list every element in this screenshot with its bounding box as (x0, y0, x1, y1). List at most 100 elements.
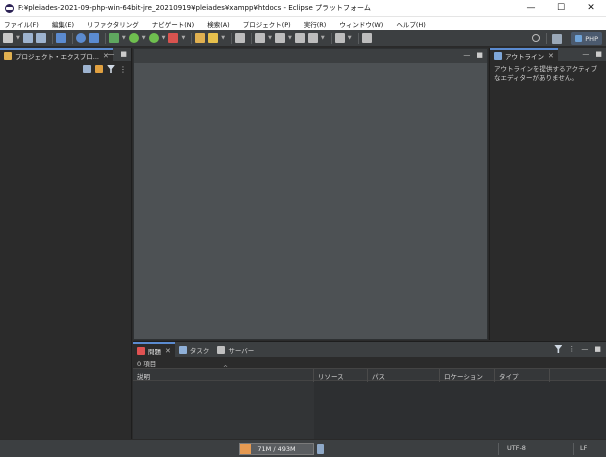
column-header-resource[interactable]: リソース (314, 369, 368, 382)
line-delimiter-label[interactable]: LF (580, 444, 587, 452)
maximize-view-button[interactable]: ■ (120, 50, 127, 58)
heap-status[interactable]: 71M / 493M (239, 443, 314, 455)
pin-editor-icon[interactable] (361, 33, 372, 43)
folder-icon[interactable] (88, 33, 99, 43)
menu-bar: ファイル(F) 編集(E) リファクタリング ナビゲート(N) 検索(A) プロ… (0, 17, 606, 30)
view-menu-icon[interactable]: ⋮ (568, 345, 575, 353)
problems-icon (137, 346, 145, 355)
external-tools-icon[interactable] (168, 33, 179, 43)
eclipse-logo-icon (5, 3, 14, 13)
toggle-mark-icon[interactable] (235, 33, 246, 43)
toolbar-divider (330, 32, 332, 44)
link-editor-icon[interactable] (95, 65, 103, 73)
tab-project-explorer[interactable]: プロジェクト・エクスプロ... ✕ (0, 47, 113, 62)
title-bar: F:¥pleiades-2021-09-php-win-64bit-jre_20… (0, 0, 606, 17)
sort-indicator-icon: ^ (223, 365, 229, 372)
tab-label: 問題 (148, 347, 161, 356)
prev-annotation-icon[interactable] (275, 33, 286, 43)
close-button[interactable]: ✕ (576, 0, 606, 17)
editor-area: — ■ (133, 48, 488, 340)
tab-problems[interactable]: 問題 ✕ (133, 342, 175, 357)
chevron-down-icon[interactable]: ▼ (221, 35, 225, 41)
maximize-editor-button[interactable]: ■ (476, 51, 483, 59)
chevron-down-icon[interactable]: ▼ (348, 35, 352, 41)
encoding-label[interactable]: UTF-8 (507, 444, 526, 452)
run-icon[interactable] (148, 33, 159, 43)
column-header-path[interactable]: パス (368, 369, 440, 382)
table-column-rest (314, 381, 606, 439)
save-all-icon[interactable] (35, 33, 46, 43)
view-menu-icon[interactable]: ⋮ (119, 65, 127, 74)
cursor-icon[interactable] (108, 33, 119, 43)
chevron-down-icon[interactable]: ▼ (162, 35, 166, 41)
minimize-button[interactable]: — (516, 0, 546, 17)
toolbar-divider (71, 32, 73, 44)
tab-servers[interactable]: サーバー (213, 342, 258, 357)
menu-refactor[interactable]: リファクタリング (87, 19, 139, 29)
maximize-view-button[interactable]: ■ (595, 50, 602, 58)
perspective-label: PHP (585, 34, 598, 43)
pencil-icon[interactable] (208, 33, 219, 43)
chevron-down-icon[interactable]: ▼ (16, 35, 20, 41)
garbage-collect-icon[interactable] (317, 444, 324, 454)
minimize-view-button[interactable]: — (582, 50, 589, 58)
chevron-down-icon[interactable]: ▼ (288, 35, 292, 41)
menu-project[interactable]: プロジェクト(P) (243, 19, 291, 29)
maximize-button[interactable]: ☐ (546, 0, 576, 17)
close-icon[interactable]: ✕ (548, 52, 554, 60)
minimize-view-button[interactable]: — (107, 50, 114, 58)
toolbar-divider (191, 32, 193, 44)
menu-window[interactable]: ウィンドウ(W) (339, 19, 383, 29)
problems-view-buttons: ⋮ — ■ (554, 345, 601, 353)
menu-edit[interactable]: 編集(E) (52, 19, 74, 29)
tab-label: プロジェクト・エクスプロ... (15, 52, 100, 61)
next-annotation-icon[interactable] (255, 33, 266, 43)
project-explorer-icon (4, 51, 12, 60)
column-header-location[interactable]: ロケーション (440, 369, 495, 382)
chevron-down-icon[interactable]: ▼ (321, 35, 325, 41)
table-column-description (133, 381, 314, 439)
toolbar-divider (251, 32, 253, 44)
chevron-down-icon[interactable]: ▼ (268, 35, 272, 41)
tab-outline[interactable]: アウトライン ✕ (490, 47, 558, 62)
column-header-type[interactable]: タイプ (495, 369, 550, 382)
chevron-down-icon[interactable]: ▼ (181, 35, 185, 41)
view-buttons: — ■ (107, 50, 127, 58)
chevron-down-icon[interactable]: ▼ (142, 35, 146, 41)
problems-table-body (133, 381, 606, 439)
filter-icon[interactable] (554, 345, 563, 353)
open-type-icon[interactable] (195, 33, 206, 43)
menu-navigate[interactable]: ナビゲート(N) (152, 19, 194, 29)
chevron-down-icon[interactable]: ▼ (122, 35, 126, 41)
terminal-icon[interactable] (55, 33, 66, 43)
collapse-all-icon[interactable] (83, 65, 91, 73)
new-icon[interactable] (3, 33, 13, 43)
outline-tabbar: アウトライン ✕ — ■ (490, 47, 606, 62)
php-icon (575, 35, 583, 42)
menu-file[interactable]: ファイル(F) (4, 19, 39, 29)
save-icon[interactable] (22, 33, 33, 43)
forward-arrow-icon[interactable] (334, 33, 345, 43)
close-icon[interactable]: ✕ (165, 347, 171, 355)
menu-run[interactable]: 実行(R) (304, 19, 327, 29)
toolbar-divider (357, 32, 359, 44)
tab-tasks[interactable]: タスク (175, 342, 214, 357)
filter-icon[interactable] (107, 65, 115, 73)
debug-icon[interactable] (128, 33, 139, 43)
menu-search[interactable]: 検索(A) (207, 19, 230, 29)
toolbar-divider (51, 32, 53, 44)
php-perspective-button[interactable]: PHP (571, 32, 602, 45)
project-explorer-tabbar: プロジェクト・エクスプロ... ✕ — ■ (0, 47, 131, 62)
window-title: F:¥pleiades-2021-09-php-win-64bit-jre_20… (18, 4, 371, 12)
back-arrow-icon[interactable] (307, 33, 318, 43)
open-perspective-icon[interactable] (552, 34, 562, 44)
minimize-editor-button[interactable]: — (463, 51, 470, 59)
search-icon[interactable] (532, 34, 540, 42)
gear-icon[interactable] (75, 33, 86, 43)
problems-table-header: ^ 説明 リソース パス ロケーション タイプ (133, 365, 606, 382)
maximize-view-button[interactable]: ■ (594, 345, 601, 353)
last-edit-icon[interactable] (294, 33, 305, 43)
servers-icon (217, 345, 226, 354)
minimize-view-button[interactable]: — (581, 345, 588, 353)
menu-help[interactable]: ヘルプ(H) (396, 19, 425, 29)
